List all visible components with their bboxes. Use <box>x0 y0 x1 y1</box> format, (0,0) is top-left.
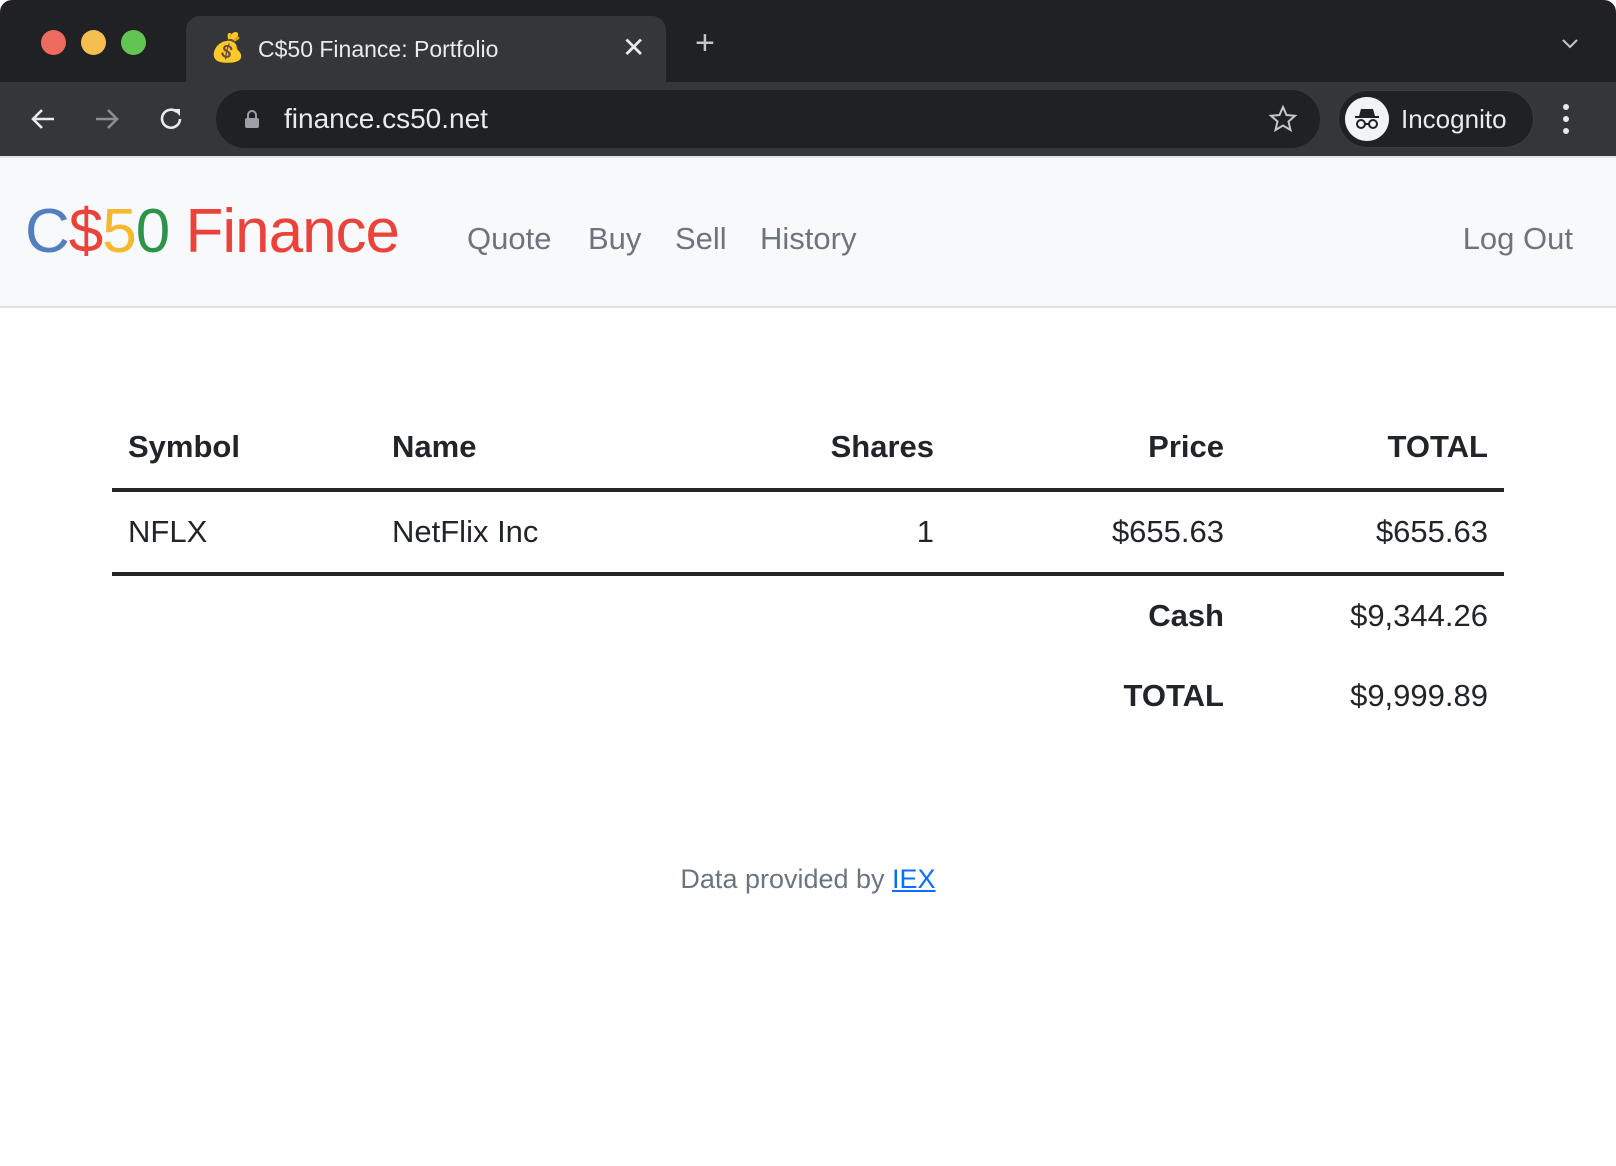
col-name: Name <box>376 406 708 492</box>
brand-logo-link[interactable]: C$50 Finance <box>25 196 400 268</box>
nav-history[interactable]: History <box>760 220 856 258</box>
money-bag-icon: 💰 <box>210 32 245 63</box>
col-symbol: Symbol <box>112 406 376 492</box>
tab-title: C$50 Finance: Portfolio <box>258 36 499 62</box>
cell-name: NetFlix Inc <box>376 490 708 576</box>
cell-price: $655.63 <box>950 490 1240 576</box>
cell-shares: 1 <box>708 490 950 576</box>
cash-row: Cash $9,344.26 <box>112 574 1504 656</box>
nav-quote[interactable]: Quote <box>467 220 551 258</box>
site-navbar: C$50 Finance Quote Buy Sell History Log … <box>0 156 1616 308</box>
cell-total: $655.63 <box>1240 490 1504 576</box>
brand-c: C <box>25 197 70 266</box>
back-arrow-icon[interactable] <box>24 100 62 138</box>
portfolio-table: Symbol Name Shares Price TOTAL NFLX NetF… <box>112 406 1504 736</box>
footer-text: Data provided by <box>680 864 893 894</box>
table-header-row: Symbol Name Shares Price TOTAL <box>112 406 1504 492</box>
tab-portfolio[interactable]: 💰 C$50 Finance: Portfolio ✕ <box>186 16 666 82</box>
chevron-down-icon[interactable] <box>1560 34 1580 54</box>
brand-dollar: $ <box>68 197 103 266</box>
cell-symbol: NFLX <box>112 490 376 576</box>
bookmark-star-icon[interactable] <box>1268 104 1298 134</box>
col-total: TOTAL <box>1240 406 1504 492</box>
incognito-icon <box>1345 97 1389 141</box>
grand-total-row: TOTAL $9,999.89 <box>112 656 1504 736</box>
brand-zero: 0 <box>135 197 170 266</box>
grand-total-value: $9,999.89 <box>1350 678 1488 713</box>
incognito-profile-button[interactable]: Incognito <box>1338 90 1534 148</box>
reload-icon[interactable] <box>152 100 190 138</box>
minimize-window-button[interactable] <box>81 30 106 55</box>
forward-arrow-icon[interactable] <box>88 100 126 138</box>
nav-logout[interactable]: Log Out <box>1463 220 1573 258</box>
new-tab-button[interactable]: + <box>695 26 715 60</box>
browser-window: 💰 C$50 Finance: Portfolio ✕ + finance.cs… <box>0 0 1616 1166</box>
more-menu-icon[interactable] <box>1560 102 1572 136</box>
brand-finance: Finance <box>169 197 400 266</box>
maximize-window-button[interactable] <box>121 30 146 55</box>
iex-link[interactable]: IEX <box>892 864 936 894</box>
cash-label: Cash <box>1148 598 1224 633</box>
grand-total-label: TOTAL <box>1123 678 1224 713</box>
close-window-button[interactable] <box>41 30 66 55</box>
col-shares: Shares <box>708 406 950 492</box>
table-row: NFLX NetFlix Inc 1 $655.63 $655.63 <box>112 490 1504 576</box>
incognito-label: Incognito <box>1401 104 1507 134</box>
url-text[interactable]: finance.cs50.net <box>284 102 488 136</box>
close-tab-icon[interactable]: ✕ <box>622 32 645 64</box>
browser-toolbar: finance.cs50.net Incognito <box>0 82 1616 156</box>
col-price: Price <box>950 406 1240 492</box>
page-content: C$50 Finance Quote Buy Sell History Log … <box>0 156 1616 1166</box>
cash-value: $9,344.26 <box>1350 598 1488 633</box>
tab-strip: 💰 C$50 Finance: Portfolio ✕ + <box>0 0 1616 82</box>
page-footer: Data provided by IEX <box>0 864 1616 895</box>
nav-buy[interactable]: Buy <box>588 220 641 258</box>
brand-five: 5 <box>102 197 136 266</box>
address-bar[interactable]: finance.cs50.net <box>216 90 1320 148</box>
lock-icon[interactable] <box>242 109 262 129</box>
nav-sell[interactable]: Sell <box>675 220 727 258</box>
